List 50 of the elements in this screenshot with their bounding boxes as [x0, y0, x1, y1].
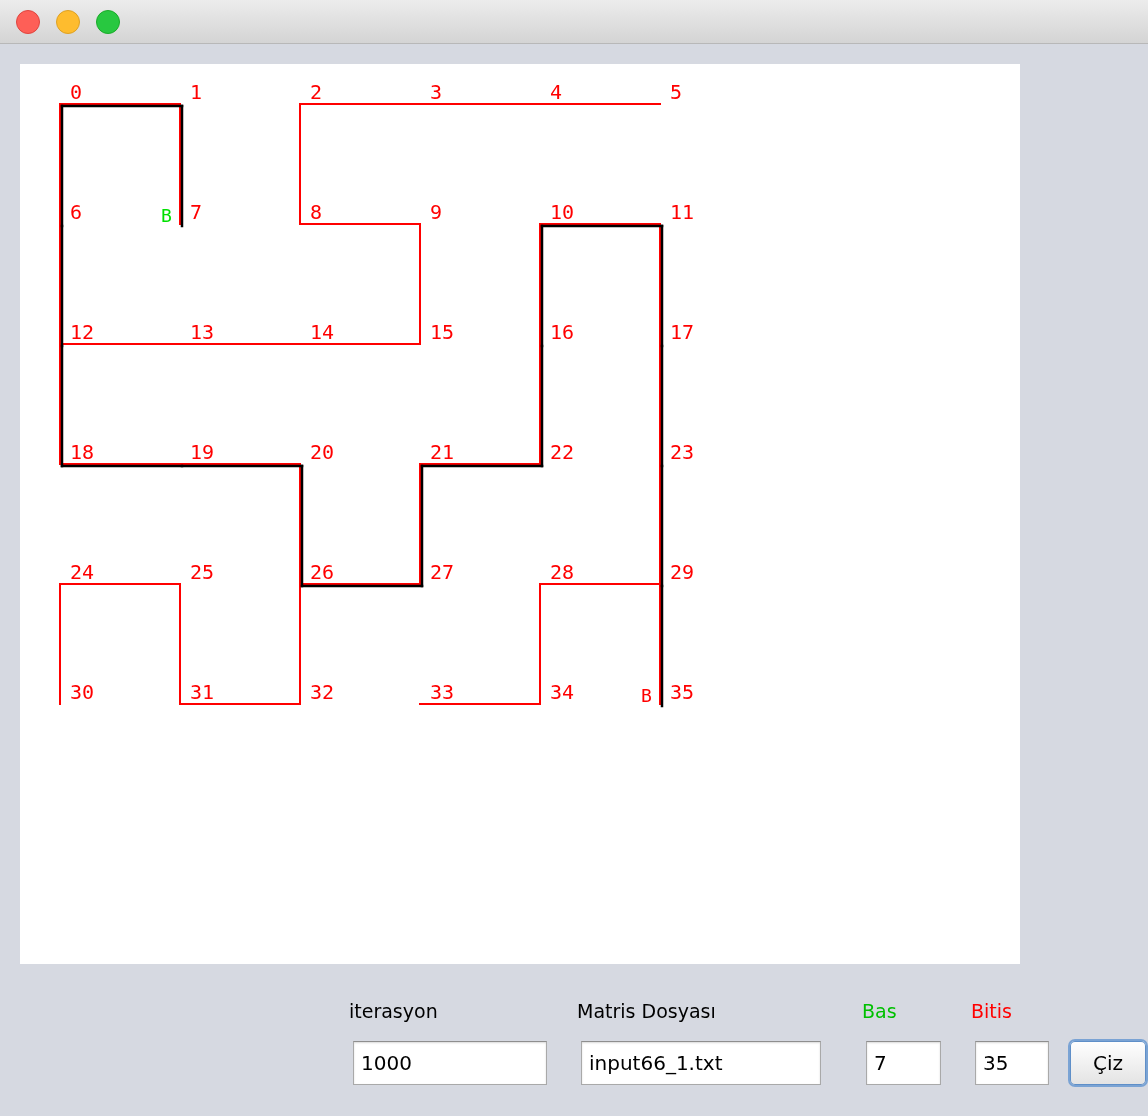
- node-label: 8: [310, 200, 323, 224]
- node-label: 4: [550, 80, 563, 104]
- input-field[interactable]: input66_1.txt: [581, 1041, 821, 1085]
- node-label: 28: [550, 560, 575, 584]
- input-field[interactable]: 1000: [353, 1041, 547, 1085]
- node-label: 25: [190, 560, 215, 584]
- field-label: iterasyon: [349, 999, 439, 1024]
- node-label: 29: [670, 560, 695, 584]
- node-label: 16: [550, 320, 575, 344]
- node-label: 22: [550, 440, 575, 464]
- node-label: 23: [670, 440, 695, 464]
- minimize-icon[interactable]: [56, 9, 80, 34]
- node-label: 6: [70, 200, 83, 224]
- node-label: 14: [310, 320, 335, 344]
- node-label: 20: [310, 440, 335, 464]
- field-label: Bas: [862, 999, 898, 1024]
- node-label: 12: [70, 320, 95, 344]
- node-marker: B: [161, 205, 172, 226]
- node-label: 2: [310, 80, 323, 104]
- node-label: 0: [70, 80, 83, 104]
- zoom-icon[interactable]: [96, 9, 120, 34]
- node-label: 13: [190, 320, 215, 344]
- node-label: 1: [190, 80, 203, 104]
- node-label: 7: [190, 200, 203, 224]
- node-label: 33: [430, 680, 455, 704]
- node-label: 21: [430, 440, 455, 464]
- node-label: 27: [430, 560, 455, 584]
- node-label: 31: [190, 680, 215, 704]
- node-label: 30: [70, 680, 95, 704]
- node-label: 32: [310, 680, 335, 704]
- close-icon[interactable]: [16, 9, 40, 34]
- node-label: 10: [550, 200, 575, 224]
- field-label: Bitis: [971, 999, 1013, 1024]
- node-label: 26: [310, 560, 335, 584]
- node-label: 34: [550, 680, 575, 704]
- node-label: 9: [430, 200, 443, 224]
- node-label: 3: [430, 80, 443, 104]
- node-label: 24: [70, 560, 95, 584]
- node-marker: B: [641, 685, 652, 706]
- input-field[interactable]: 7: [866, 1041, 941, 1085]
- node-label: 17: [670, 320, 695, 344]
- node-label: 18: [70, 440, 95, 464]
- node-label: 35: [670, 680, 695, 704]
- node-label: 5: [670, 80, 683, 104]
- draw-button[interactable]: Çiz: [1068, 1039, 1148, 1087]
- node-label: 15: [430, 320, 455, 344]
- input-field[interactable]: 35: [975, 1041, 1049, 1085]
- node-label: 19: [190, 440, 215, 464]
- field-label: Matris Dosyası: [577, 999, 717, 1024]
- node-label: 11: [670, 200, 695, 224]
